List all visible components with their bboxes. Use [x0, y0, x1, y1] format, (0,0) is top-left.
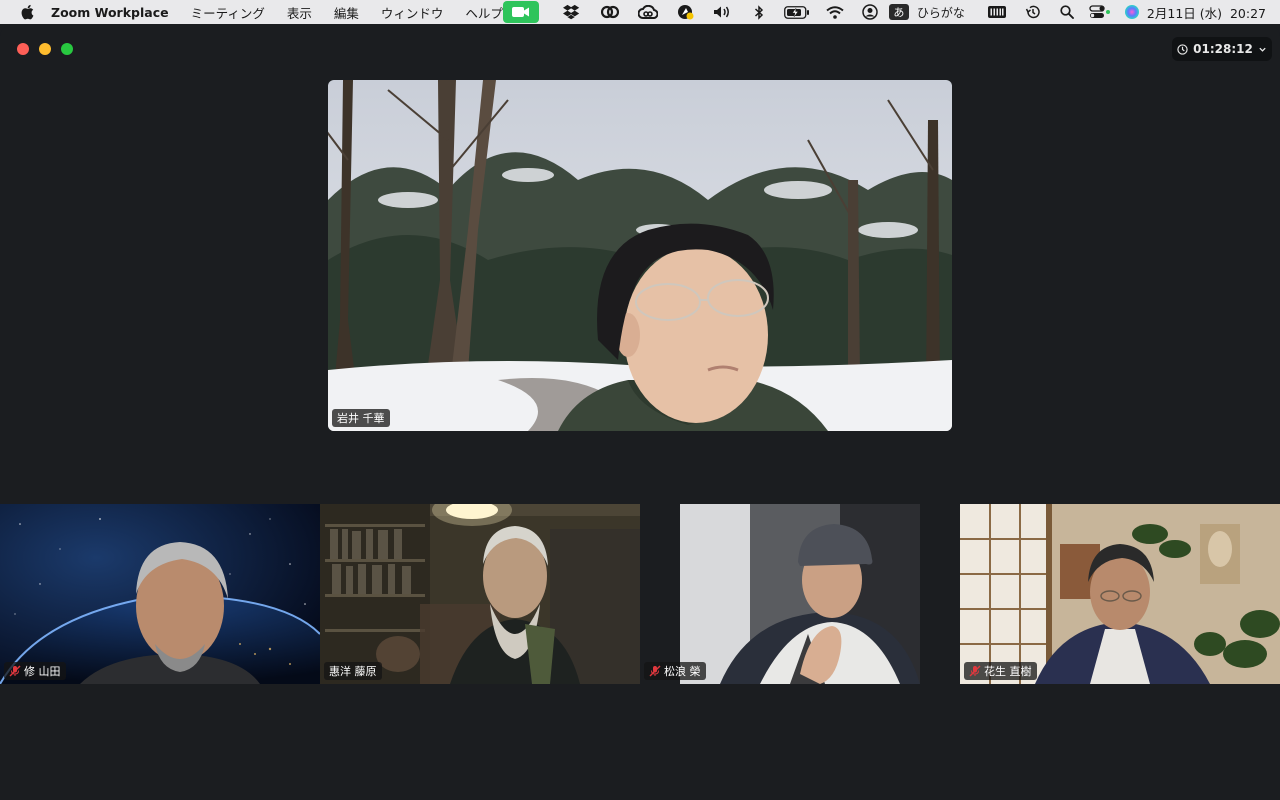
close-window-button[interactable] — [17, 43, 29, 55]
clock-time: 20:27 — [1229, 5, 1266, 21]
speaker-video — [328, 80, 952, 431]
meeting-timer-value: 01:28:12 — [1193, 42, 1253, 56]
window-controls — [17, 43, 73, 55]
participant-name: 花生 直樹 — [984, 665, 1032, 678]
siri-icon[interactable] — [1117, 0, 1147, 24]
dropbox-icon[interactable] — [553, 0, 591, 24]
wifi-icon[interactable] — [817, 0, 853, 24]
chevron-down-icon — [1259, 47, 1266, 52]
keyboard-icon[interactable] — [979, 0, 1015, 24]
volume-icon[interactable] — [705, 0, 741, 24]
menu-view[interactable]: 表示 — [287, 3, 312, 22]
apple-menu-icon[interactable] — [19, 4, 35, 20]
muted-mic-icon — [649, 665, 661, 677]
participant-name: 岩井 千華 — [337, 412, 385, 425]
time-machine-icon[interactable] — [1015, 0, 1051, 24]
menu-meeting[interactable]: ミーティング — [191, 3, 265, 22]
participant-tile[interactable]: 修 山田 — [0, 504, 320, 684]
participant-tile[interactable]: 惠洋 藤原 — [320, 504, 640, 684]
participant-name: 修 山田 — [24, 665, 61, 678]
speaker-name-tag: 岩井 千華 — [332, 409, 390, 427]
menu-window[interactable]: ウィンドウ — [381, 3, 444, 22]
active-speaker-tile[interactable]: 岩井 千華 — [328, 80, 952, 431]
control-center-icon[interactable] — [1083, 0, 1117, 24]
ime-label[interactable]: ひらがな — [917, 4, 965, 21]
bluetooth-icon[interactable] — [741, 0, 777, 24]
participant-tile[interactable]: 花生 直樹 — [960, 504, 1280, 684]
participant-video — [640, 504, 960, 684]
muted-mic-icon — [9, 665, 21, 677]
webex-icon[interactable] — [591, 0, 629, 24]
participant-video — [960, 504, 1280, 684]
app-name-menu[interactable]: Zoom Workplace — [51, 5, 169, 20]
participant-name: 惠洋 藤原 — [329, 665, 377, 678]
participant-tile[interactable]: 松浪 榮 — [640, 504, 960, 684]
zoom-meeting-window: 01:28:12 岩井 千華 修 山田 惠洋 藤原 松浪 榮 花生 直樹 — [0, 26, 1280, 800]
clock-date: 2月11日 (水) — [1146, 5, 1223, 21]
participant-video — [0, 504, 320, 684]
menu-edit[interactable]: 編集 — [334, 3, 359, 22]
menu-help[interactable]: ヘルプ — [465, 3, 503, 22]
participant-video — [320, 504, 640, 684]
user-icon[interactable] — [853, 0, 887, 24]
menubar-clock[interactable]: 2月11日 (水) 20:27 — [1147, 3, 1266, 22]
status-area: あ ひらがな 2月11日 (水) 20:27 — [502, 0, 1280, 24]
participant-name-tag: 修 山田 — [4, 662, 66, 680]
zoom-video-icon[interactable] — [502, 1, 539, 23]
participant-name-tag: 松浪 榮 — [644, 662, 706, 680]
search-icon[interactable] — [1051, 0, 1083, 24]
creative-cloud-icon[interactable] — [629, 0, 667, 24]
participant-name-tag: 惠洋 藤原 — [324, 662, 382, 680]
clock-icon — [1177, 43, 1188, 55]
ime-badge: あ — [888, 4, 909, 20]
input-method-icon[interactable]: あ — [887, 0, 911, 24]
notification-icon[interactable] — [667, 0, 705, 24]
participant-name-tag: 花生 直樹 — [964, 662, 1037, 680]
participant-name: 松浪 榮 — [664, 665, 701, 678]
battery-icon[interactable] — [777, 0, 817, 24]
menu-bar: Zoom Workplace ミーティング 表示 編集 ウィンドウ ヘルプ あ … — [0, 0, 1280, 24]
meeting-timer[interactable]: 01:28:12 — [1172, 37, 1272, 61]
minimize-window-button[interactable] — [39, 43, 51, 55]
muted-mic-icon — [969, 665, 981, 677]
fullscreen-window-button[interactable] — [61, 43, 73, 55]
